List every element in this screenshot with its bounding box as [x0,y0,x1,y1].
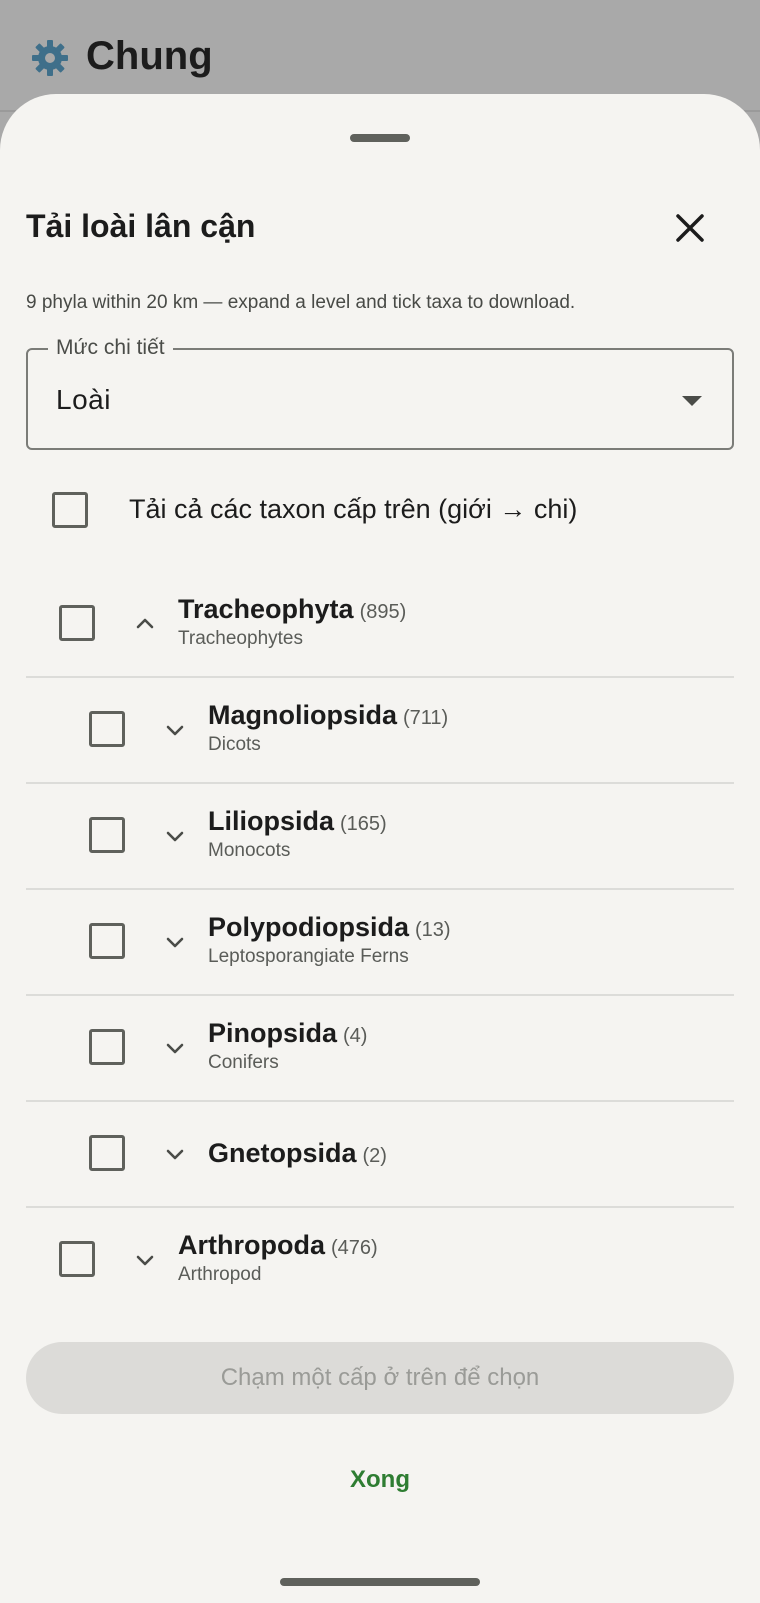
taxon-checkbox[interactable] [89,923,125,959]
gesture-nav-bar[interactable] [280,1578,480,1586]
taxon-title: Magnoliopsida (711) [208,700,448,731]
taxon-count: (165) [340,813,387,835]
taxon-common-name: Leptosporangiate Ferns [208,946,409,967]
taxon-row-gnetopsida[interactable]: Gnetopsida (2) [26,1102,734,1208]
taxon-count: (4) [343,1025,368,1047]
taxon-title: Polypodiopsida (13) [208,912,451,943]
taxon-name: Pinopsida [208,1018,338,1048]
taxon-common-name: Arthropod [178,1264,262,1285]
taxon-row-arthropoda[interactable]: Arthropoda (476) Arthropod [26,1208,734,1314]
taxon-name: Tracheophyta [178,594,354,624]
chevron-up-icon[interactable] [133,612,157,636]
chevron-down-icon[interactable] [163,1036,187,1060]
taxon-checkbox[interactable] [89,1029,125,1065]
include-parents-option[interactable]: Tải cả các taxon cấp trên (giới → chi) [0,474,760,554]
taxon-common-name: Monocots [208,840,291,861]
taxon-title: Gnetopsida (2) [208,1138,387,1169]
taxon-common-name: Tracheophytes [178,628,303,649]
taxon-row-tracheophyta[interactable]: Tracheophyta (895) Tracheophytes [26,572,734,678]
taxon-count: (895) [359,601,407,623]
taxon-count: (13) [415,919,451,941]
taxon-title: Tracheophyta (895) [178,594,406,625]
taxon-checkbox[interactable] [89,1135,125,1171]
drag-handle[interactable] [350,134,410,142]
chevron-down-icon[interactable] [163,930,187,954]
taxon-row-pinopsida[interactable]: Pinopsida (4) Conifers [26,996,734,1102]
taxon-checkbox[interactable] [59,605,95,641]
sheet-subtitle: 9 phyla within 20 km — expand a level an… [26,292,576,313]
taxon-common-name: Dicots [208,734,261,755]
done-button[interactable]: Xong [330,1458,430,1502]
taxon-count: (711) [403,707,449,729]
taxon-row-magnoliopsida[interactable]: Magnoliopsida (711) Dicots [26,678,734,784]
dropdown-caret-icon [682,396,702,406]
taxon-name: Liliopsida [208,806,335,836]
taxon-row-liliopsida[interactable]: Liliopsida (165) Monocots [26,784,734,890]
close-icon[interactable] [668,206,712,250]
detail-level-value: Loài [56,384,111,415]
chevron-down-icon[interactable] [163,718,187,742]
chevron-down-icon[interactable] [133,1248,157,1272]
taxon-count: (2) [362,1145,387,1167]
include-parents-checkbox[interactable] [52,492,88,528]
chevron-down-icon[interactable] [163,824,187,848]
detail-level-label: Mức chi tiết [48,336,173,360]
detail-level-dropdown[interactable]: Mức chi tiết Loài [26,336,734,450]
taxon-checkbox[interactable] [59,1241,95,1277]
include-parents-label: Tải cả các taxon cấp trên (giới → chi) [129,494,578,524]
taxon-name: Gnetopsida [208,1138,357,1168]
taxon-name: Arthropoda [178,1230,325,1260]
app-header-title: Chung [86,34,213,78]
taxon-name: Magnoliopsida [208,700,397,730]
taxon-title: Pinopsida (4) [208,1018,367,1049]
gear-icon [32,40,68,76]
taxon-row-polypodiopsida[interactable]: Polypodiopsida (13) Leptosporangiate Fern… [26,890,734,996]
pick-level-button[interactable]: Chạm một cấp ở trên để chọn [26,1342,734,1414]
sheet-title: Tải loài lân cận [26,208,256,244]
taxon-title: Liliopsida (165) [208,806,387,837]
taxon-checkbox[interactable] [89,711,125,747]
taxon-name: Polypodiopsida [208,912,410,942]
taxon-checkbox[interactable] [89,817,125,853]
chevron-down-icon[interactable] [163,1142,187,1166]
pick-level-label: Chạm một cấp ở trên để chọn [220,1364,540,1391]
download-nearby-sheet: Tải loài lân cận 9 phyla within 20 km — … [0,94,760,1603]
taxon-count: (476) [330,1237,378,1259]
taxon-common-name: Conifers [208,1052,279,1073]
taxon-title: Arthropoda (476) [178,1230,378,1261]
